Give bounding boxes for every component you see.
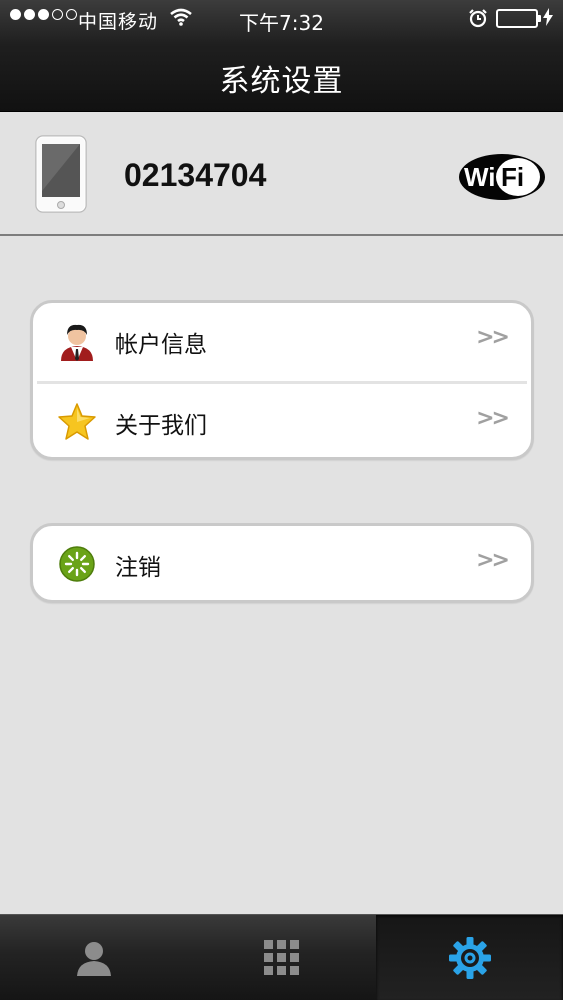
- account-info-row[interactable]: 帐户信息 >>: [33, 303, 531, 380]
- svg-text:Fi: Fi: [501, 162, 524, 192]
- battery-icon: [496, 9, 541, 28]
- user-avatar-icon: [57, 321, 97, 361]
- settings-group-account: 帐户信息 >> 关于我们 >>: [30, 300, 534, 460]
- device-id: 02134704: [124, 157, 267, 193]
- account-info-label: 帐户信息: [115, 332, 207, 358]
- grid-icon: [264, 940, 299, 975]
- tab-profile[interactable]: [0, 915, 188, 1000]
- about-us-row[interactable]: 关于我们 >>: [33, 384, 531, 461]
- settings-group-logout: 注销 >>: [30, 523, 534, 603]
- wifi-logo: Wi Fi: [458, 153, 546, 205]
- top-chrome: 中国移动 下午7:32 系统设置: [0, 0, 563, 112]
- svg-text:Wi: Wi: [464, 162, 496, 192]
- tab-settings[interactable]: [376, 915, 563, 1000]
- logout-row[interactable]: 注销 >>: [33, 526, 531, 603]
- logout-label: 注销: [115, 555, 161, 581]
- charging-bolt-icon: [543, 8, 553, 31]
- person-icon: [77, 942, 111, 976]
- about-us-label: 关于我们: [115, 413, 207, 439]
- phone-icon: [34, 135, 88, 219]
- star-icon: [57, 402, 97, 442]
- tab-apps[interactable]: [188, 915, 376, 1000]
- chevron-right-icon: >>: [476, 325, 510, 350]
- gear-icon: [448, 937, 491, 979]
- chevron-right-icon: >>: [476, 406, 510, 431]
- tab-bar: [0, 914, 563, 1000]
- alarm-icon: [468, 8, 488, 33]
- chevron-right-icon: >>: [476, 548, 510, 573]
- status-bar: 中国移动 下午7:32: [0, 0, 563, 38]
- device-header: 02134704 Wi Fi: [0, 113, 563, 236]
- power-loading-icon: [57, 544, 97, 584]
- page-title: 系统设置: [219, 64, 344, 99]
